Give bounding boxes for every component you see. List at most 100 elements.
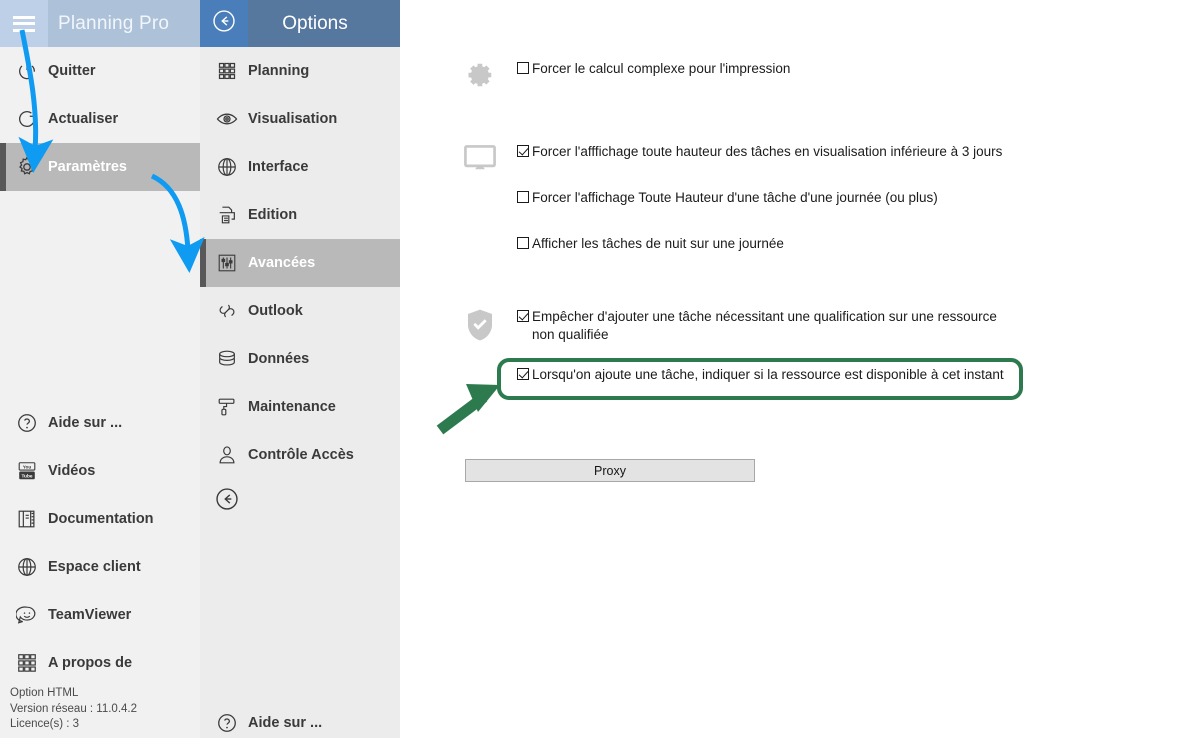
checkbox-label: Forcer le calcul complexe pour l'impress…	[532, 61, 791, 76]
nav-item-label: Planning	[248, 63, 310, 79]
checkbox-force-full-height-under-3-days[interactable]	[517, 145, 529, 157]
gear-icon	[10, 155, 44, 179]
sidebar-item-label: A propos de	[48, 655, 133, 671]
sidebar-item-espace-client[interactable]: Espace client	[0, 543, 200, 591]
sidebar-item-label: Paramètres	[48, 159, 127, 175]
app-window: Planning Pro Quitter Actualiser Paramètr…	[0, 0, 1195, 738]
chat-smiley-icon	[10, 604, 44, 626]
checkbox-row[interactable]: Forcer l'afffichage toute hauteur des tâ…	[517, 143, 1180, 161]
grid-icon	[10, 652, 44, 674]
sidebar-item-teamviewer[interactable]: TeamViewer	[0, 591, 200, 639]
options-nav-panel: Options Planning Visualisation Interface…	[200, 0, 400, 738]
nav-item-outlook[interactable]: Outlook	[200, 287, 400, 335]
options-header: Options	[200, 0, 400, 47]
checkbox-force-complex-calc[interactable]	[517, 62, 529, 74]
nav-item-controle-acces[interactable]: Contrôle Accès	[200, 431, 400, 479]
option-group-display: Forcer l'afffichage toute hauteur des tâ…	[460, 143, 1180, 253]
sidebar-item-label: Actualiser	[48, 111, 119, 127]
checkbox-row[interactable]: Empêcher d'ajouter une tâche nécessitant…	[517, 308, 1007, 344]
checkbox-show-night-tasks[interactable]	[517, 237, 529, 249]
sidebar-item-quitter[interactable]: Quitter	[0, 47, 200, 95]
sidebar-item-parametres[interactable]: Paramètres	[0, 143, 200, 191]
nav-item-aide[interactable]: Aide sur ...	[200, 699, 400, 738]
checkbox-label: Empêcher d'ajouter une tâche nécessitant…	[532, 309, 997, 342]
checkbox-row[interactable]: Afficher les tâches de nuit sur une jour…	[517, 235, 1180, 253]
printer-icon	[210, 204, 244, 226]
sidebar-item-label: Documentation	[48, 511, 154, 527]
main-sidebar: Planning Pro Quitter Actualiser Paramètr…	[0, 0, 200, 738]
globe-icon	[10, 556, 44, 578]
nav-item-interface[interactable]: Interface	[200, 143, 400, 191]
nav-item-avancees[interactable]: Avancées	[200, 239, 400, 287]
options-nav-back-button[interactable]	[210, 484, 244, 518]
sidebar-item-aide[interactable]: Aide sur ...	[0, 399, 200, 447]
gear-icon	[460, 60, 500, 100]
link-icon	[210, 300, 244, 322]
hamburger-icon	[13, 15, 35, 32]
back-arrow-circle-icon	[211, 8, 237, 39]
power-icon	[10, 60, 44, 82]
monitor-icon	[460, 143, 500, 183]
book-icon	[10, 508, 44, 530]
sidebar-item-videos[interactable]: You Tube Vidéos	[0, 447, 200, 495]
user-icon	[210, 444, 244, 466]
nav-item-label: Avancées	[248, 255, 316, 271]
svg-text:Tube: Tube	[22, 473, 33, 479]
nav-item-label: Visualisation	[248, 111, 338, 127]
checkbox-label: Afficher les tâches de nuit sur une jour…	[532, 236, 784, 251]
sliders-icon	[210, 252, 244, 274]
sidebar-item-label: Vidéos	[48, 463, 96, 479]
checkbox-row[interactable]: Forcer le calcul complexe pour l'impress…	[517, 60, 1160, 78]
sidebar-item-label: Quitter	[48, 63, 96, 79]
nav-item-label: Contrôle Accès	[248, 447, 354, 463]
checkbox-label: Forcer l'affichage Toute Hauteur d'une t…	[532, 190, 938, 205]
question-circle-icon	[10, 412, 44, 434]
options-title-bar: Options	[248, 0, 400, 47]
app-header: Planning Pro	[0, 0, 200, 47]
nav-item-label: Aide sur ...	[248, 715, 323, 731]
proxy-button[interactable]: Proxy	[465, 459, 755, 482]
sidebar-bottom-group: Aide sur ... You Tube Vidéos Documentati…	[0, 399, 200, 687]
back-arrow-circle-icon	[214, 486, 240, 517]
youtube-icon: You Tube	[10, 460, 44, 482]
app-title: Planning Pro	[58, 12, 170, 34]
grid-icon	[210, 61, 244, 81]
question-circle-icon	[210, 712, 244, 734]
nav-item-planning[interactable]: Planning	[200, 47, 400, 95]
sidebar-item-label: TeamViewer	[48, 607, 132, 623]
nav-item-label: Edition	[248, 207, 298, 223]
options-back-button[interactable]	[200, 0, 248, 47]
nav-item-label: Interface	[248, 159, 309, 175]
sidebar-item-documentation[interactable]: Documentation	[0, 495, 200, 543]
nav-item-label: Données	[248, 351, 310, 367]
version-info: Option HTML Version réseau : 11.0.4.2 Li…	[10, 686, 137, 733]
svg-text:You: You	[23, 465, 32, 471]
nav-item-donnees[interactable]: Données	[200, 335, 400, 383]
version-licences: Licence(s) : 3	[10, 718, 80, 730]
shield-check-icon	[460, 308, 500, 348]
sidebar-item-actualiser[interactable]: Actualiser	[0, 95, 200, 143]
globe-icon	[210, 156, 244, 178]
option-group-printing: Forcer le calcul complexe pour l'impress…	[460, 60, 1160, 87]
checkbox-prevent-unqualified-resource[interactable]	[517, 310, 529, 322]
nav-item-edition[interactable]: Edition	[200, 191, 400, 239]
database-icon	[210, 348, 244, 370]
sidebar-item-a-propos[interactable]: A propos de	[0, 639, 200, 687]
proxy-button-label: Proxy	[594, 463, 626, 478]
eye-icon	[210, 107, 244, 131]
checkbox-force-full-height-one-day[interactable]	[517, 191, 529, 203]
checkbox-row[interactable]: Forcer l'affichage Toute Hauteur d'une t…	[517, 189, 1180, 207]
options-title: Options	[282, 12, 348, 34]
checkbox-label: Forcer l'afffichage toute hauteur des tâ…	[532, 144, 1003, 159]
sidebar-item-label: Espace client	[48, 559, 141, 575]
sidebar-item-label: Aide sur ...	[48, 415, 123, 431]
nav-item-maintenance[interactable]: Maintenance	[200, 383, 400, 431]
hamburger-menu-button[interactable]	[0, 0, 48, 47]
nav-item-label: Outlook	[248, 303, 303, 319]
nav-item-visualisation[interactable]: Visualisation	[200, 95, 400, 143]
version-network: Version réseau : 11.0.4.2	[10, 702, 138, 715]
refresh-icon	[10, 108, 44, 130]
highlight-box-annotation	[497, 358, 1023, 400]
nav-help-group: Aide sur ...	[200, 699, 400, 738]
app-title-bar: Planning Pro	[48, 0, 200, 47]
